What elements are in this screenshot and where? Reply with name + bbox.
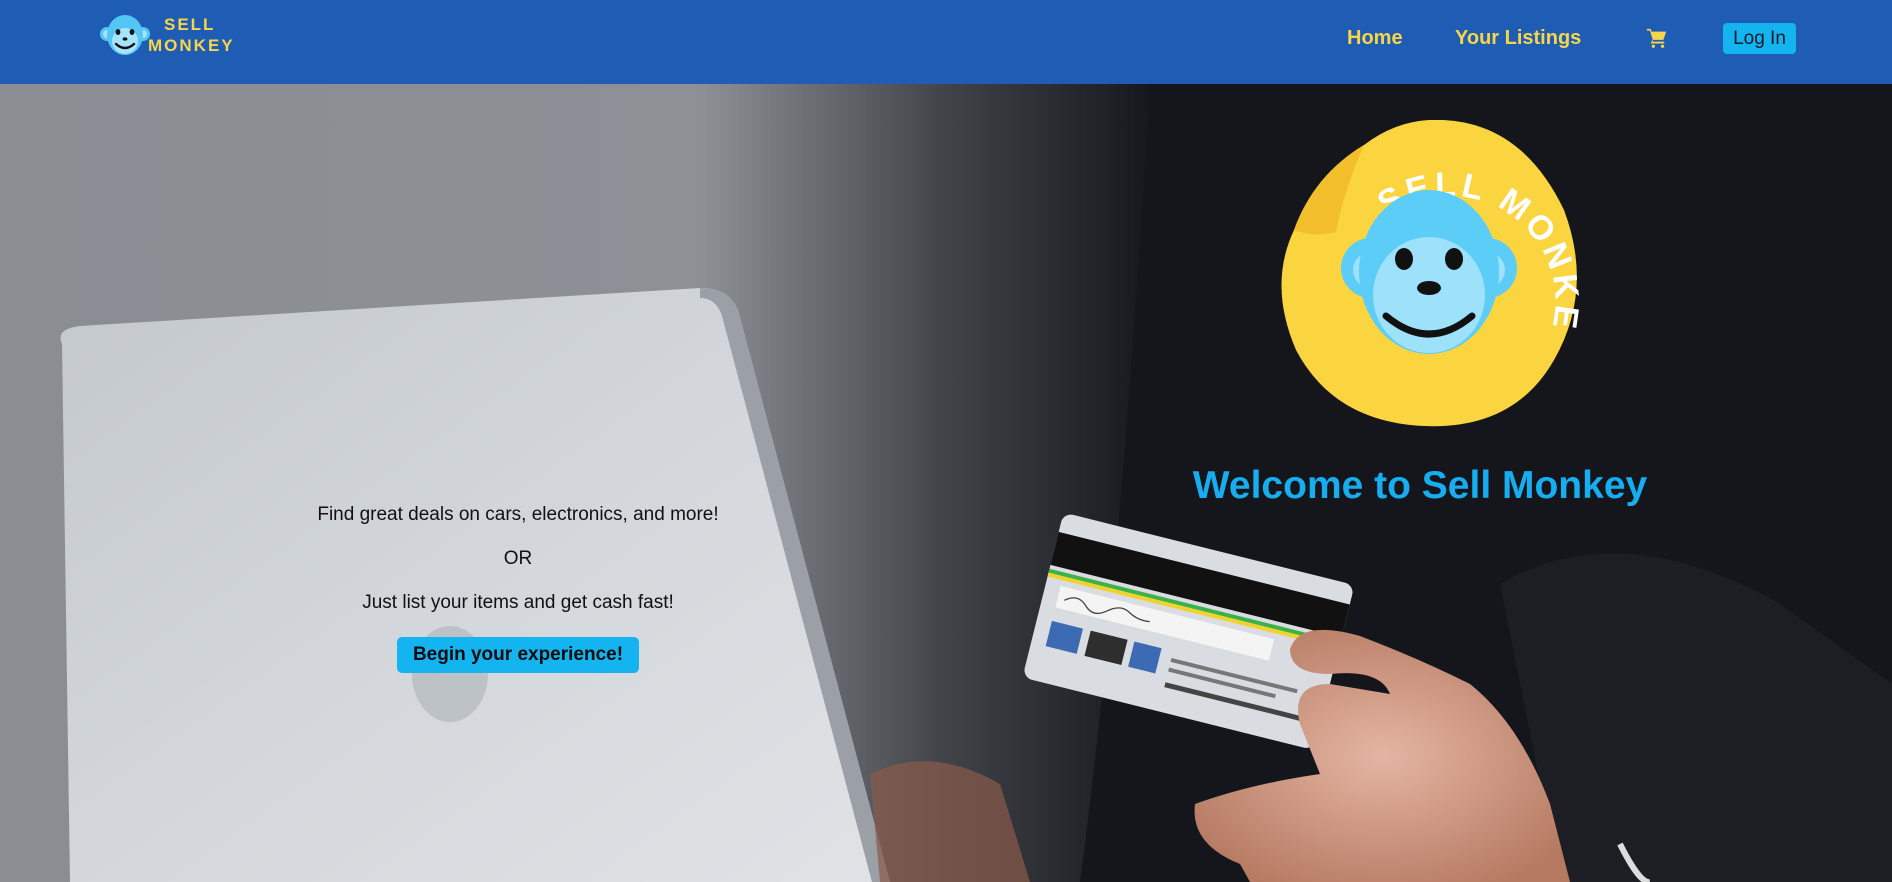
nav-home-link[interactable]: Home bbox=[1347, 27, 1403, 50]
brand-logo[interactable]: SELL MONKEY bbox=[98, 10, 238, 62]
sell-monkey-sticker-logo: SELL MONKEY bbox=[1274, 120, 1582, 427]
hero-section: Find great deals on cars, electronics, a… bbox=[0, 84, 1892, 882]
begin-experience-button[interactable]: Begin your experience! bbox=[397, 637, 639, 673]
brand-word-sell: SELL bbox=[164, 15, 216, 34]
log-in-button[interactable]: Log In bbox=[1723, 23, 1796, 54]
nav-your-listings-link[interactable]: Your Listings bbox=[1455, 27, 1581, 50]
top-navbar: SELL MONKEY Home Your Listings Log In bbox=[0, 0, 1892, 84]
welcome-heading: Welcome to Sell Monkey bbox=[1192, 464, 1648, 507]
brand-wordmark: SELL MONKEY bbox=[148, 14, 235, 56]
brand-word-monkey: MONKEY bbox=[148, 36, 235, 55]
tagline-or: OR bbox=[503, 548, 533, 569]
shopping-cart-icon[interactable] bbox=[1646, 27, 1668, 49]
tagline-list-items: Just list your items and get cash fast! bbox=[362, 592, 674, 613]
monkey-logo-icon bbox=[100, 15, 150, 55]
tagline-deals: Find great deals on cars, electronics, a… bbox=[317, 504, 719, 525]
